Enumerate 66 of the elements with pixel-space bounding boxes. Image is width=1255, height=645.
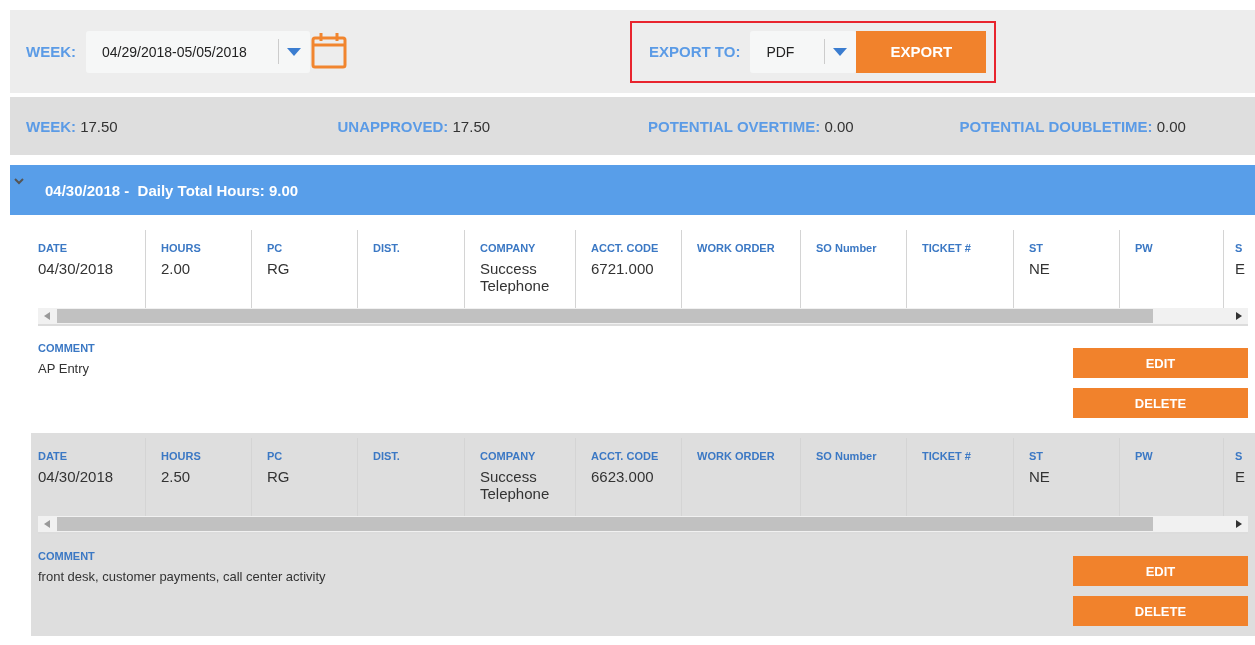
caret-icon (287, 47, 301, 56)
table-cell: E (1235, 468, 1245, 485)
delete-button[interactable]: DELETE (1073, 596, 1248, 626)
table-cell: 04/30/2018 (38, 468, 114, 485)
scroll-right-icon[interactable] (1236, 520, 1242, 528)
comment-text: AP Entry (38, 361, 90, 376)
column-header: SO Number (816, 450, 877, 462)
calendar-icon[interactable] (311, 30, 347, 69)
horizontal-scrollbar[interactable] (38, 516, 1248, 534)
column-header: COMPANY (480, 450, 536, 462)
table-cell: 2.00 (161, 260, 191, 277)
column-header: HOURS (161, 242, 201, 254)
scroll-right-icon[interactable] (1236, 312, 1242, 320)
column-header: ST (1029, 450, 1044, 462)
table-cell: RG (267, 260, 290, 277)
column-header: TICKET # (922, 242, 971, 254)
column-header: HOURS (161, 450, 201, 462)
column-header: COMPANY (480, 242, 536, 254)
comment-text: front desk, customer payments, call center activity (38, 569, 326, 584)
export-button[interactable]: EXPORT (856, 30, 987, 73)
column-header: S (1235, 242, 1243, 254)
format-select[interactable]: PDF (750, 30, 857, 73)
table-cell: NE (1029, 260, 1050, 277)
scroll-left-icon[interactable] (44, 312, 50, 320)
table-cell: RG (267, 468, 290, 485)
summary-stat: UNAPPROVED: 17.50 (336, 117, 492, 135)
edit-button[interactable]: EDIT (1073, 556, 1248, 586)
table-cell-text: Success Telephone (480, 468, 551, 502)
column-header: ACCT. CODE (591, 242, 659, 254)
export-label: EXPORT TO: (649, 43, 741, 60)
summary-stat: WEEK: 17.50 (25, 117, 119, 135)
table-cell: 6623.000 (591, 468, 654, 485)
table-cell: 6721.000 (591, 260, 654, 277)
table-cell: 04/30/2018 (38, 260, 114, 277)
edit-button[interactable]: EDIT (1073, 348, 1248, 378)
column-header: PW (1135, 242, 1153, 254)
column-header: WORK ORDER (697, 242, 775, 254)
comment-label: COMMENT (38, 342, 95, 354)
column-header: WORK ORDER (697, 450, 775, 462)
column-header: DIST. (373, 450, 400, 462)
summary-stat: POTENTIAL OVERTIME: 0.00 (647, 117, 855, 135)
table-cell: E (1235, 260, 1245, 277)
column-header: DATE (38, 450, 68, 462)
week-select[interactable]: 04/29/2018-05/05/2018 (86, 30, 310, 73)
column-header: PW (1135, 450, 1153, 462)
summary-stat: POTENTIAL DOUBLETIME: 0.00 (958, 117, 1187, 135)
table-cell: 2.50 (161, 468, 191, 485)
caret-icon (833, 47, 848, 56)
table-cell: NE (1029, 468, 1050, 485)
column-header: S (1235, 450, 1243, 462)
column-header: SO Number (816, 242, 877, 254)
column-header: DIST. (373, 242, 400, 254)
scroll-left-icon[interactable] (44, 520, 50, 528)
day-title: 04/30/2018 - Daily Total Hours: 9.00 (45, 181, 299, 199)
table-cell-text: Success Telephone (480, 260, 551, 294)
comment-label: COMMENT (38, 550, 95, 562)
column-header: DATE (38, 242, 68, 254)
column-header: ACCT. CODE (591, 450, 659, 462)
horizontal-scrollbar[interactable] (38, 308, 1248, 326)
column-header: PC (267, 242, 283, 254)
delete-button[interactable]: DELETE (1073, 388, 1248, 418)
column-header: TICKET # (922, 450, 971, 462)
column-header: ST (1029, 242, 1044, 254)
week-label: WEEK: (26, 43, 76, 60)
column-header: PC (267, 450, 283, 462)
day-header[interactable]: 04/30/2018 - Daily Total Hours: 9.00 (10, 165, 1255, 215)
